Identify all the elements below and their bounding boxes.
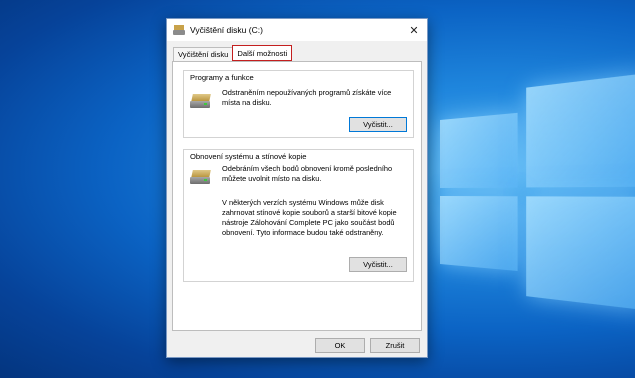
ok-button[interactable]: OK [315, 338, 365, 353]
restore-note: V některých verzích systému Windows může… [222, 198, 397, 237]
restore-group: Obnovení systému a stínové kopie Odebrán… [183, 149, 414, 282]
programs-description: Odstraněním nepoužívaných programů získá… [222, 88, 392, 107]
drive-icon [190, 93, 212, 109]
programs-group: Programy a funkce Odstraněním nepoužívan… [183, 70, 414, 138]
close-button[interactable]: ✕ [405, 21, 423, 39]
dialog-title: Vyčištění disku (C:) [190, 25, 263, 35]
programs-group-title: Programy a funkce [189, 73, 255, 82]
programs-cleanup-button[interactable]: Vyčistit... [349, 117, 407, 132]
windows-logo-pane [526, 196, 635, 311]
windows-logo-pane [440, 196, 518, 271]
tab-disk-cleanup[interactable]: Vyčištění disku [173, 47, 234, 61]
cancel-button[interactable]: Zrušit [370, 338, 420, 353]
restore-cleanup-button[interactable]: Vyčistit... [349, 257, 407, 272]
drive-icon [190, 169, 212, 185]
tab-panel: Programy a funkce Odstraněním nepoužívan… [172, 61, 422, 331]
disk-cleanup-icon [173, 25, 185, 35]
disk-cleanup-dialog: Vyčištění disku (C:) ✕ Vyčištění disku D… [166, 18, 428, 358]
windows-logo-pane [440, 112, 518, 188]
tab-strip: Vyčištění disku Další možnosti [173, 45, 293, 61]
restore-group-title: Obnovení systému a stínové kopie [189, 152, 308, 161]
windows-logo-pane [526, 73, 635, 188]
title-bar[interactable]: Vyčištění disku (C:) ✕ [167, 19, 427, 41]
windows-logo [440, 72, 635, 313]
tab-more-options[interactable]: Další možnosti [232, 45, 293, 61]
restore-description: Odebráním všech bodů obnovení kromě posl… [222, 164, 393, 183]
